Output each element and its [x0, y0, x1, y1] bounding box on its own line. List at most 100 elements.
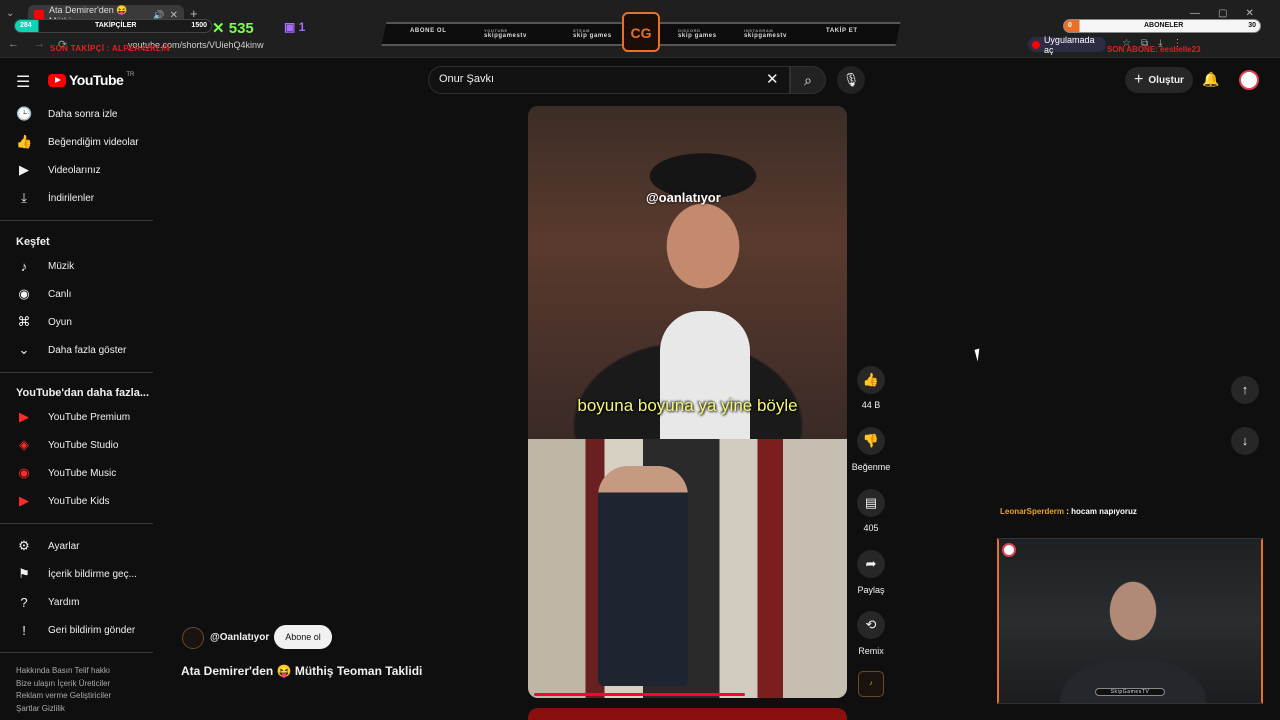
footer-links[interactable]: Hakkında Basın Telif hakkı [16, 666, 110, 675]
previous-short-button[interactable]: ↑ [1231, 376, 1259, 404]
next-short-preview[interactable] [528, 708, 847, 720]
sidebar-item[interactable]: ▶ YouTube Premium [16, 406, 130, 428]
sidebar-item[interactable]: ⚑ İçerik bildirme geç... [16, 563, 137, 585]
followers-label: TAKİPÇİLER [95, 22, 137, 29]
more-from-youtube-heading: YouTube'dan daha fazla... [16, 387, 149, 399]
minimize-icon[interactable]: — [1190, 8, 1200, 19]
viewer-count-value: 535 [228, 20, 254, 37]
sidebar-item-label: Geri bildirim gönder [48, 624, 136, 636]
share-button[interactable]: ➦ [857, 550, 885, 578]
channel-name[interactable]: @Oanlatıyor [210, 632, 269, 643]
sidebar-item[interactable]: ! Geri bildirim gönder [16, 619, 135, 641]
explore-heading: Keşfet [16, 236, 50, 248]
dislike-label: Beğenme [851, 462, 891, 472]
remix-button[interactable]: ⟲ [857, 611, 885, 639]
maximize-icon[interactable]: ▢ [1218, 8, 1227, 19]
account-avatar[interactable] [1239, 70, 1259, 90]
social-banner-item: TAKİP ET [826, 28, 858, 34]
sidebar-item[interactable]: 🕒 Daha sonra izle [16, 103, 117, 125]
footer-links[interactable]: Şartlar Gizlilik [16, 704, 65, 713]
webcam-channel-avatar [1002, 543, 1016, 557]
back-arrow-icon[interactable]: ← [8, 38, 19, 50]
viewer-count: ✕ 535 [212, 20, 254, 37]
sidebar-item[interactable]: ▶ YouTube Kids [16, 490, 110, 512]
thumbs-up-icon: 👍 [16, 134, 33, 149]
sidebar-item[interactable]: ▶ Videolarınız [16, 159, 101, 181]
close-window-icon[interactable]: ✕ [1245, 8, 1253, 19]
sidebar-item-label: Daha sonra izle [48, 108, 118, 120]
download-icon: ⤓ [21, 190, 27, 205]
footer-links[interactable]: Reklam verme Geliştiriciler [16, 691, 111, 700]
sidebar-item-label: Beğendiğim videolar [48, 136, 139, 148]
sidebar-item-label: İçerik bildirme geç... [48, 568, 137, 580]
notifications-bell-icon[interactable]: 🔔 [1202, 71, 1219, 88]
sidebar-divider [0, 372, 153, 373]
subs-label: ABONELER [1144, 22, 1184, 29]
thumbs-down-icon: 👎 [862, 433, 880, 448]
search-button[interactable]: ⌕ [790, 66, 826, 94]
remix-label: Remix [858, 646, 884, 656]
like-button[interactable]: 👍 [857, 366, 885, 394]
sidebar-divider [0, 523, 153, 524]
comments-button[interactable]: ▤ [857, 489, 885, 517]
create-label: Oluştur [1148, 74, 1184, 86]
video-figure-walking [598, 466, 688, 686]
channel-avatar[interactable] [182, 627, 204, 649]
short-title: Ata Demirer'den 😝 Müthiş Teoman Taklidi [181, 664, 423, 678]
youtube-studio-icon: ◈ [19, 437, 29, 452]
sound-thumbnail[interactable]: ♪ [858, 671, 884, 697]
footer-links[interactable]: Bize ulaşın İçerik Üreticiler [16, 679, 110, 688]
voice-search-button[interactable]: 🎙 [837, 66, 865, 94]
social-handle: TAKİP ET [826, 28, 858, 34]
search-query[interactable]: Onur Şavkı [439, 73, 494, 85]
video-icon: ▶ [19, 162, 29, 177]
youtube-music-icon: ◉ [18, 465, 30, 480]
sidebar-item[interactable]: ♪ Müzik [16, 255, 74, 277]
sidebar-item[interactable]: 👍 Beğendiğim videolar [16, 131, 139, 153]
help-icon: ? [20, 594, 28, 610]
sidebar-item[interactable]: ◉ Canlı [16, 283, 71, 305]
dislike-button[interactable]: 👎 [857, 427, 885, 455]
sidebar-item-label: Daha fazla göster [48, 344, 127, 356]
sidebar-item[interactable]: ⚙ Ayarlar [16, 535, 79, 557]
sidebar-item[interactable]: ⌄ Daha fazla göster [16, 339, 127, 361]
sidebar-item-label: Yardım [48, 596, 80, 608]
microphone-icon: 🎙 [842, 72, 860, 87]
create-button[interactable]: + Oluştur [1125, 67, 1193, 93]
sidebar-item[interactable]: ◈ YouTube Studio [16, 434, 118, 456]
sidebar-item-label: YouTube Premium [48, 411, 131, 423]
video-caption: boyuna boyuna ya yine böyle [577, 396, 798, 415]
tab-list-chevron-icon[interactable]: ⌄ [6, 8, 14, 19]
sidebar-divider [0, 220, 153, 221]
flag-icon: ⚑ [18, 566, 30, 581]
subs-current: 0 [1068, 22, 1072, 29]
open-in-app-button[interactable]: Uygulamada aç [1028, 34, 1106, 55]
subscribers-goal-widget: 0 ABONELER 30 [1063, 19, 1261, 33]
next-short-button[interactable]: ↓ [1231, 427, 1259, 455]
video-watermark: @oanlatıyor [646, 190, 721, 205]
youtube-logo[interactable]: YouTube TR [48, 72, 134, 88]
remix-icon: ⟲ [865, 617, 877, 632]
open-in-app-label: Uygulamada aç [1043, 34, 1095, 55]
hamburger-menu-icon[interactable]: ☰ [16, 72, 30, 92]
social-handle: skipgamestv [744, 33, 787, 39]
subscribe-button[interactable]: Abone ol [274, 625, 332, 649]
sidebar-item[interactable]: ⤓ İndirilenler [16, 187, 94, 209]
comment-icon: ▤ [864, 495, 878, 510]
sidebar-item[interactable]: ? Yardım [16, 591, 80, 613]
region-code: TR [126, 72, 135, 78]
sidebar-item-label: Videolarınız [48, 164, 101, 176]
social-handle: ABONE OL [410, 28, 447, 34]
social-banner-item: YOUTUBE skipgamestv [484, 28, 527, 39]
stream-chat-message: LeonarSperderm : hocam napıyoruz [1000, 507, 1137, 516]
sidebar-item[interactable]: ◉ YouTube Music [16, 462, 116, 484]
music-icon: ♪ [20, 258, 28, 274]
forward-arrow-icon[interactable]: → [34, 38, 45, 50]
clear-search-icon[interactable]: ✕ [766, 70, 779, 88]
social-handle: skip games [573, 33, 612, 39]
arrow-down-icon: ↓ [1241, 433, 1249, 448]
sidebar-item-label: Müzik [48, 260, 75, 272]
chevron-down-icon: ⌄ [18, 342, 30, 357]
video-progress-bar[interactable] [534, 693, 745, 696]
sidebar-item[interactable]: ⌘ Oyun [16, 311, 72, 333]
